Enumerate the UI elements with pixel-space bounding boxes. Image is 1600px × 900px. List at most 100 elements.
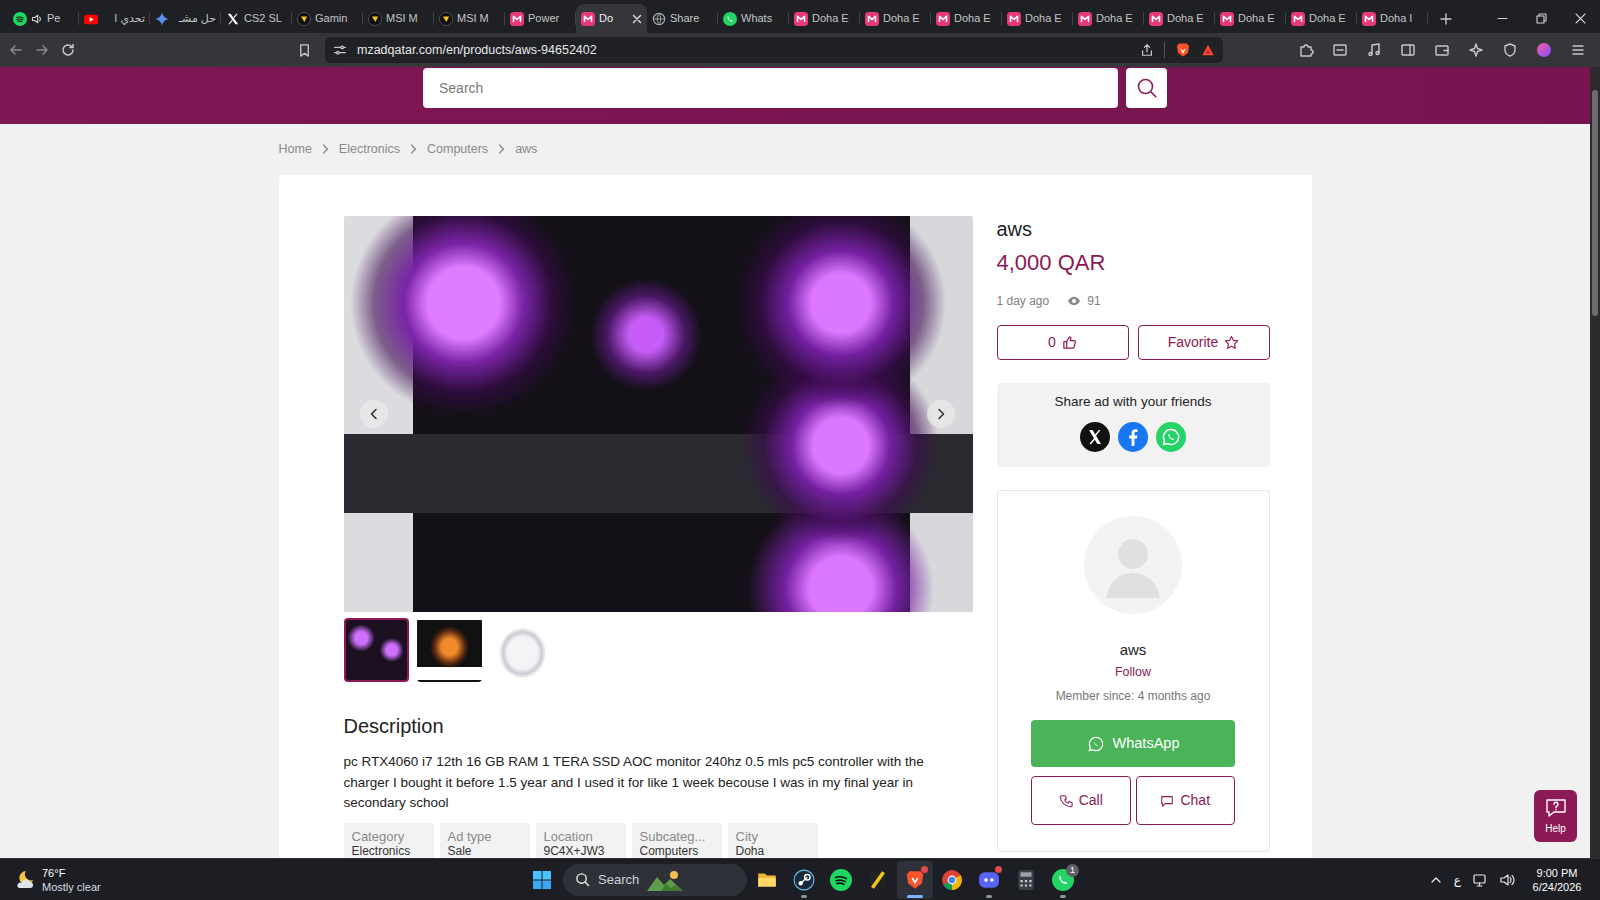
steam-icon[interactable] <box>793 869 815 891</box>
share-icon[interactable] <box>1140 43 1154 57</box>
taskbar-search[interactable]: Search <box>563 864 747 896</box>
leo-button[interactable] <box>1464 38 1488 62</box>
extensions-icon[interactable] <box>1298 42 1314 58</box>
weather-moon-cloud-icon[interactable] <box>12 868 36 892</box>
back-button[interactable] <box>4 38 28 62</box>
browser-tab[interactable]: Doha E <box>1002 4 1073 33</box>
profile-avatar-icon[interactable] <box>1536 42 1552 58</box>
profile-button[interactable] <box>1532 38 1556 62</box>
back-icon[interactable] <box>8 42 24 58</box>
weather-widget[interactable]: 76°FMostly clear <box>0 866 524 894</box>
share-x-icon[interactable] <box>1080 422 1110 452</box>
image-thumbnail[interactable] <box>490 618 555 682</box>
clock[interactable]: 9:00 PM6/24/2026 <box>1526 866 1588 894</box>
tray-chevron-icon[interactable] <box>1429 873 1443 887</box>
reload-button[interactable] <box>56 38 80 62</box>
share-whatsapp-icon[interactable] <box>1156 422 1186 452</box>
seller-name[interactable]: aws <box>1120 641 1147 659</box>
chevron-right-icon[interactable] <box>935 408 947 420</box>
scrollbar-thumb[interactable] <box>1592 90 1598 316</box>
kapp-icon[interactable] <box>867 869 889 891</box>
forward-icon[interactable] <box>34 42 50 58</box>
extensions-button[interactable] <box>1294 38 1318 62</box>
explorer-app[interactable] <box>749 861 785 899</box>
browser-tab[interactable]: Power <box>505 4 576 33</box>
music-icon[interactable] <box>1366 42 1382 58</box>
breadcrumb-item[interactable]: Electronics <box>339 140 400 158</box>
calculator-app[interactable] <box>1008 861 1044 899</box>
breadcrumb-item[interactable]: Home <box>279 140 312 158</box>
brave-shield-icon[interactable] <box>1175 42 1191 58</box>
vpn-button[interactable] <box>1498 38 1522 62</box>
kapp-app[interactable] <box>860 861 896 899</box>
follow-link[interactable]: Follow <box>1115 664 1151 680</box>
minimize-icon[interactable] <box>1497 13 1508 24</box>
browser-tab[interactable]: Doha E <box>1215 4 1286 33</box>
restore-button[interactable] <box>1522 4 1561 33</box>
spotify-icon[interactable] <box>830 869 852 891</box>
restore-icon[interactable] <box>1536 13 1547 24</box>
search-input[interactable] <box>423 68 1118 108</box>
browser-tab[interactable]: Pe <box>8 4 79 33</box>
leo-icon[interactable] <box>1468 42 1484 58</box>
next-image-button[interactable] <box>927 400 955 428</box>
browser-tab[interactable]: Share <box>647 4 718 33</box>
chrome-icon[interactable] <box>941 869 963 891</box>
wallet-icon[interactable] <box>1434 42 1450 58</box>
seller-avatar-icon[interactable] <box>1084 516 1182 614</box>
chat-button[interactable]: Chat <box>1136 776 1236 825</box>
browser-tab[interactable]: حل مشـ <box>150 4 221 33</box>
input-language[interactable]: ع <box>1454 871 1461 889</box>
search-button[interactable] <box>1126 68 1167 108</box>
menu-icon[interactable] <box>1570 42 1586 58</box>
calculator-icon[interactable] <box>1015 869 1037 891</box>
explorer-icon[interactable] <box>756 869 778 891</box>
plus-icon[interactable] <box>1440 13 1452 25</box>
close-window-icon[interactable] <box>1575 13 1586 24</box>
bookmark-button[interactable] <box>292 38 316 62</box>
close-tab-icon[interactable] <box>632 14 642 24</box>
spotify-app[interactable] <box>823 861 859 899</box>
forward-button[interactable] <box>30 38 54 62</box>
vpn-icon[interactable] <box>1502 42 1518 58</box>
wallet-button[interactable] <box>1430 38 1454 62</box>
browser-tab[interactable]: Doha E <box>931 4 1002 33</box>
browser-tab[interactable]: Doha E <box>789 4 860 33</box>
rewards-triangle-icon[interactable] <box>1201 43 1215 57</box>
browser-tab[interactable]: Gamin <box>292 4 363 33</box>
screenshot-icon[interactable] <box>1332 42 1348 58</box>
discord-app[interactable] <box>971 861 1007 899</box>
browser-tab[interactable]: MSI M <box>434 4 505 33</box>
image-thumbnail[interactable] <box>344 618 409 682</box>
speaker-icon[interactable] <box>31 13 43 25</box>
browser-tab[interactable]: Doha E <box>1073 4 1144 33</box>
sidebar-button[interactable] <box>1396 38 1420 62</box>
chrome-app[interactable] <box>934 861 970 899</box>
close-window-button[interactable] <box>1561 4 1600 33</box>
whatsapp-button[interactable]: WhatsApp <box>1031 720 1235 767</box>
new-tab-button[interactable] <box>1432 4 1460 33</box>
brave-app[interactable] <box>897 861 933 899</box>
bookmark-icon[interactable] <box>297 43 312 58</box>
call-button[interactable]: Call <box>1031 776 1131 825</box>
browser-tab[interactable]: Doha E <box>860 4 931 33</box>
network-icon[interactable] <box>1472 872 1488 888</box>
product-photo[interactable] <box>344 216 973 612</box>
browser-tab[interactable]: Doha E <box>1286 4 1357 33</box>
start-button[interactable] <box>524 861 560 899</box>
address-bar[interactable]: mzadqatar.com/en/products/aws-94652402 <box>325 37 1223 63</box>
search-icon[interactable] <box>1136 77 1158 99</box>
browser-tab[interactable]: Whats <box>718 4 789 33</box>
url-text[interactable]: mzadqatar.com/en/products/aws-94652402 <box>357 41 597 60</box>
chevron-left-icon[interactable] <box>368 408 380 420</box>
browser-tab[interactable]: Do <box>576 4 647 33</box>
volume-icon[interactable] <box>1499 872 1515 888</box>
share-facebook-icon[interactable] <box>1118 422 1148 452</box>
windows-start-icon[interactable] <box>532 870 552 890</box>
breadcrumb-item[interactable]: Computers <box>427 140 488 158</box>
browser-tab[interactable]: تحدي ا <box>79 4 150 33</box>
sidebar-icon[interactable] <box>1400 42 1416 58</box>
steam-app[interactable] <box>786 861 822 899</box>
help-button[interactable]: Help <box>1534 790 1577 842</box>
reload-icon[interactable] <box>60 42 76 58</box>
